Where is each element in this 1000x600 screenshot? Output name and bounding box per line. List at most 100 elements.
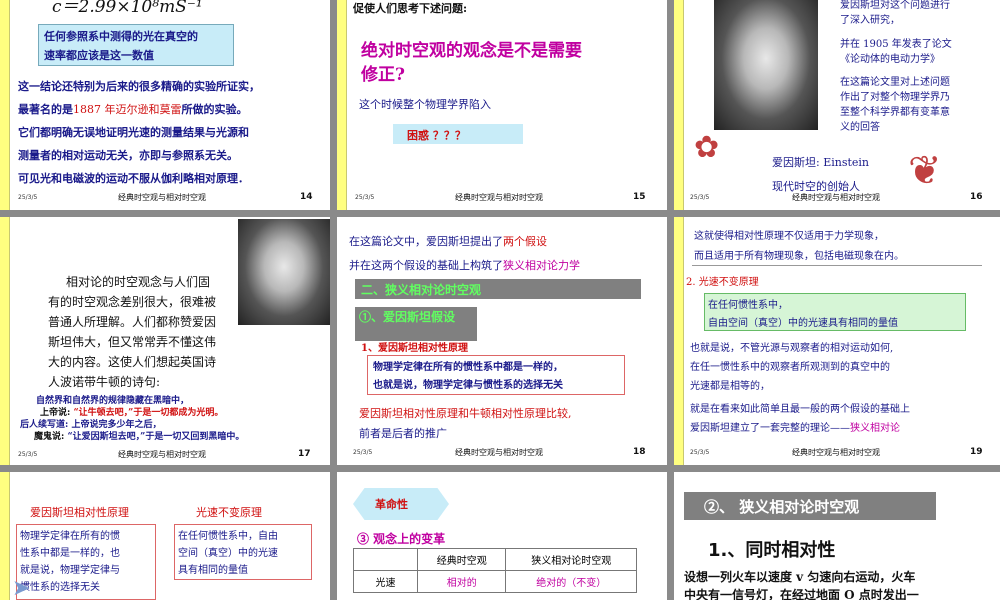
slide-thumbnail-14[interactable]: c＝2.99×10⁸mS⁻¹ 任何参照系中测得的光在真空的 速率都应该是这一数值…	[0, 0, 330, 210]
table-row: 光速 相对的 绝对的（不变）	[353, 570, 637, 593]
table-cell: 相对的	[416, 570, 507, 593]
slide-thumbnail-21[interactable]: 革命性 ③ 观念上的变革 经典时空观 狭义相对论时空观 光速 相对的 绝对的（不…	[337, 472, 667, 600]
page-number: 18	[633, 447, 646, 457]
section-header: 二、狭义相对论时空观	[361, 283, 482, 297]
photo-caption: 爱因斯坦: Einstein	[772, 156, 870, 169]
body-highlight: 狭义相对论力学	[503, 259, 580, 272]
footer-date: 25/3/5	[18, 451, 38, 458]
comparison-table: 经典时空观 狭义相对论时空观 光速 相对的 绝对的（不变）	[353, 548, 637, 593]
slide-accent-bar	[674, 0, 684, 210]
body-line: 设想一列火车以速度 v 匀速向右运动，火车	[684, 570, 916, 584]
footer-title: 经典时空观与相对时空观	[118, 193, 206, 202]
footer-date: 25/3/5	[690, 194, 710, 201]
box-line: 速率都应该是这一数值	[44, 49, 154, 62]
principle-line: 物理学定律在所有的惯性系中都是一样的，	[373, 362, 563, 373]
formula: c＝2.99×10⁸mS⁻¹	[52, 0, 203, 17]
flower-ornament-icon: ✿	[694, 130, 720, 165]
body-line: 在这篇论文里对上述问题	[840, 77, 950, 88]
section-heading: ③ 观念上的变革	[357, 532, 446, 546]
principle-line: 性系中都是一样的，也	[20, 548, 120, 559]
page-number: 14	[300, 192, 313, 202]
body-line: 并在 1905 年发表了论文	[840, 39, 952, 50]
slide-thumbnail-20[interactable]: 爱因斯坦相对性原理 光速不变原理 物理学定律在所有的惯 性系中都是一样的，也 就…	[0, 472, 330, 600]
question-line: 修正?	[361, 65, 405, 85]
body-line: 这一结论还特别为后来的很多精确的实验所证实，	[18, 80, 260, 93]
slide-accent-bar	[0, 472, 10, 600]
list-item: 2. 光速不变原理	[686, 277, 759, 288]
footer-title: 经典时空观与相对时空观	[792, 448, 880, 457]
principle-line: 在任何惯性系中，	[708, 300, 788, 311]
page-number: 16	[970, 192, 983, 202]
footer-title: 经典时空观与相对时空观	[455, 448, 543, 457]
principle-line: 物理学定律在所有的惯	[20, 531, 120, 542]
footer-title: 经典时空观与相对时空观	[455, 193, 543, 202]
body-line: 在任一惯性系中的观察者所观测到的真空中的	[690, 362, 890, 373]
table-cell: 光速	[353, 570, 418, 593]
body-line: 可见光和电磁波的运动不服从伽利略相对原理．	[18, 172, 249, 185]
body-line: 它们都明确无误地证明光速的测量结果与光源和	[18, 126, 249, 139]
body-line: 《论动体的电动力学》	[840, 54, 940, 65]
einstein-photo	[238, 219, 330, 325]
footer-date: 25/3/5	[18, 194, 38, 201]
footer-date: 25/3/5	[353, 449, 373, 456]
principle-title: 光速不变原理	[196, 506, 262, 519]
slide-thumbnail-16[interactable]: 爱因斯坦对这个问题进行 了深入研究， 并在 1905 年发表了论文 《论动体的电…	[674, 0, 1000, 210]
principle-line: 空间（真空）中的光速	[178, 548, 278, 559]
body-line: 中央有一信号灯，在经过地面 O 点时发出一	[684, 588, 919, 600]
footer-title: 经典时空观与相对时空观	[792, 193, 880, 202]
table-header-cell	[353, 548, 418, 571]
body-line: 义的回答	[840, 122, 880, 133]
slide-accent-bar	[0, 0, 10, 210]
principle-line: 具有相同的量值	[178, 565, 248, 576]
footer-date: 25/3/5	[355, 194, 375, 201]
body-line: 相对论的时空观念与人们固	[66, 275, 211, 289]
slide-thumbnail-17[interactable]: 相对论的时空观念与人们固 有的时空观念差别很大，很难被 普通人所理解。人们都称赞…	[0, 217, 330, 465]
page-number: 15	[633, 192, 646, 202]
question-line: 绝对时空观的观念是不是需要	[361, 41, 582, 61]
arrow-decoration-icon: ➤	[12, 576, 31, 600]
footer-title: 经典时空观与相对时空观	[118, 450, 206, 459]
principle-line: 自由空间（真空）中的光速具有相同的量值	[708, 318, 898, 329]
subsection-line: 1、爱因斯坦相对性原理	[361, 343, 468, 354]
body-line: 这就使得相对性原理不仅适用于力学现象，	[694, 231, 884, 242]
einstein-photo	[714, 0, 818, 130]
subsection-title: ①、爱因斯坦假设	[359, 310, 456, 324]
section-header: ②、 狭义相对论时空观	[704, 498, 860, 516]
revolution-tag-label: 革命性	[375, 498, 408, 511]
principle-line: 也就是说，物理学定律与惯性系的选择无关	[373, 380, 563, 391]
body-line: 测量者的相对运动无关，亦即与参照系无关。	[18, 149, 238, 162]
table-header-row: 经典时空观 狭义相对论时空观	[353, 548, 637, 571]
body-line: 有的时空观念差别很大，很难被	[48, 295, 217, 309]
principle-title: 爱因斯坦相对性原理	[30, 506, 129, 519]
slide-thumbnail-15[interactable]: 促使人们思考下述问题: 绝对时空观的观念是不是需要 修正? 这个时候整个物理学界…	[337, 0, 667, 210]
slide-thumbnail-19[interactable]: 这就使得相对性原理不仅适用于力学现象， 而且适用于所有物理现象，包括电磁现象在内…	[674, 217, 1000, 465]
page-number: 17	[298, 449, 311, 459]
poem-line: 魔鬼说: “让爱因斯坦去吧，”于是一切又回到黑暗中。	[34, 429, 244, 442]
body-line: 光速都是相等的，	[690, 381, 770, 392]
body-line: 爱因斯坦建立了一套完整的理论——狭义相对论	[690, 419, 900, 434]
box-line: 任何参照系中测得的光在真空的	[44, 30, 198, 43]
body-line: 作出了对整个物理学界乃	[840, 92, 950, 103]
experiment-highlight: 1887 年迈尔逊和莫雷	[73, 103, 182, 116]
principle-line: 就是说，物理学定律与	[20, 565, 120, 576]
body-text: 爱因斯坦建立了一套完整的理论——	[690, 423, 850, 434]
swirl-ornament-icon: ❦	[908, 148, 942, 194]
table-header-cell: 狭义相对论时空观	[505, 548, 637, 571]
body-line: 并在这两个假设的基础上构筑了狭义相对论力学	[349, 257, 580, 273]
body-line: 大的内容。这使人们想起英国诗	[48, 355, 217, 369]
confusion-text: 困惑 ？？？	[407, 129, 466, 142]
body-line: 普通人所理解。人们都称赞爱因	[48, 315, 217, 329]
slide-accent-bar	[337, 0, 347, 210]
slide-accent-bar	[0, 217, 10, 465]
slide-thumbnail-22[interactable]: ②、 狭义相对论时空观 1.、同时相对性 设想一列火车以速度 v 匀速向右运动，…	[674, 472, 1000, 600]
body-line: 就是在看来如此简单且最一般的两个假设的基础上	[690, 404, 910, 415]
body-line: 在这篇论文中，爱因斯坦提出了两个假设	[349, 233, 547, 249]
body-line: 了深入研究，	[840, 15, 900, 26]
slide-thumbnail-18[interactable]: 在这篇论文中，爱因斯坦提出了两个假设 并在这两个假设的基础上构筑了狭义相对论力学…	[337, 217, 667, 465]
slide-accent-bar	[674, 217, 684, 465]
body-highlight: 两个假设	[503, 235, 547, 248]
intro-text: 促使人们思考下述问题:	[353, 2, 468, 15]
body-highlight: 狭义相对论	[850, 423, 900, 434]
compare-line: 爱因斯坦相对性原理和牛顿相对性原理比较,	[359, 407, 572, 420]
body-text: 最著名的是	[18, 103, 73, 116]
